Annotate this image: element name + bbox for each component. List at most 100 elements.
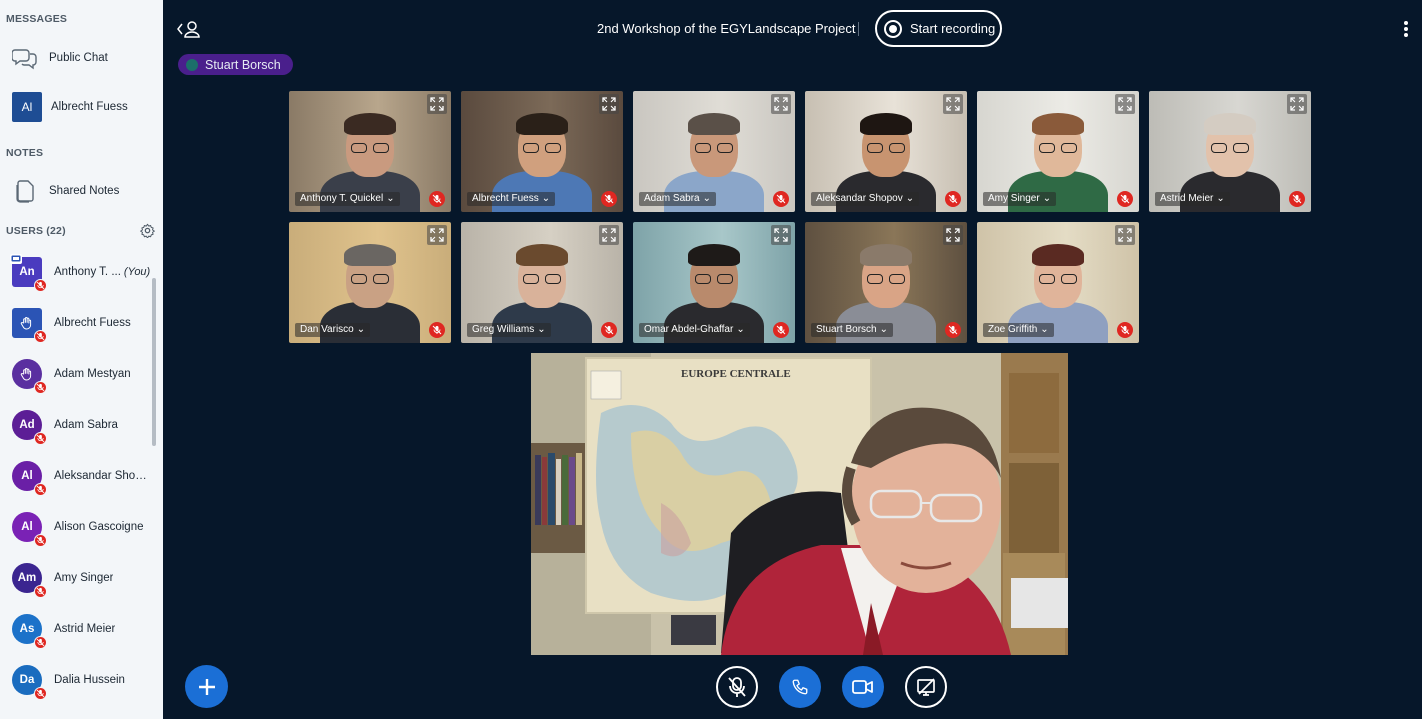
fullscreen-icon[interactable] — [771, 225, 791, 245]
public-chat-item[interactable]: Public Chat — [0, 38, 160, 78]
muted-microphone-icon — [1289, 191, 1305, 207]
user-list-item[interactable]: Da Dalia Hussein — [0, 657, 156, 703]
video-tile[interactable]: Amy Singer ⌄ — [977, 91, 1139, 212]
muted-microphone-icon — [773, 191, 789, 207]
video-tile[interactable]: Zoe Griffith ⌄ — [977, 222, 1139, 343]
user-name: Astrid Meier — [54, 623, 116, 635]
start-recording-button[interactable]: Start recording — [875, 10, 1002, 47]
talking-indicator[interactable]: Stuart Borsch — [178, 54, 293, 75]
share-camera-button[interactable] — [842, 666, 884, 708]
talking-user-name: Stuart Borsch — [205, 57, 281, 72]
fullscreen-icon[interactable] — [599, 94, 619, 114]
avatar: Ad — [12, 410, 47, 445]
chevron-down-icon: ⌄ — [541, 193, 551, 204]
phone-icon — [792, 679, 808, 695]
fullscreen-icon[interactable] — [771, 94, 791, 114]
video-user-name: Dan Varisco — [300, 324, 354, 335]
shared-notes-item[interactable]: Shared Notes — [0, 171, 160, 211]
avatar-initials: Da — [19, 674, 35, 686]
user-list-item[interactable]: Al Alison Gascoigne — [0, 504, 156, 550]
user-name: Dalia Hussein — [54, 674, 125, 686]
muted-microphone-icon — [34, 330, 47, 343]
video-user-name: Anthony T. Quickel — [300, 193, 384, 204]
leave-audio-button[interactable] — [779, 666, 821, 708]
chevron-down-icon: ⌄ — [1042, 193, 1052, 204]
avatar: Al — [12, 92, 42, 122]
muted-microphone-icon — [429, 322, 445, 338]
video-name-tag[interactable]: Greg Williams ⌄ — [467, 323, 551, 337]
fullscreen-icon[interactable] — [1115, 225, 1135, 245]
video-user-name: Omar Abdel-Ghaffar — [644, 324, 734, 335]
user-name: Anthony T. ... — [54, 266, 121, 278]
user-list-item[interactable]: Al Aleksandar Sho… — [0, 453, 156, 499]
video-name-tag[interactable]: Omar Abdel-Ghaffar ⌄ — [639, 323, 750, 337]
document-icon — [10, 176, 40, 206]
video-tile[interactable]: Aleksandar Shopov ⌄ — [805, 91, 967, 212]
actions-plus-button[interactable] — [185, 665, 228, 708]
user-list-item[interactable]: Ad Adam Sabra — [0, 402, 156, 448]
chevron-down-icon: ⌄ — [736, 324, 745, 335]
fullscreen-icon[interactable] — [1287, 94, 1307, 114]
chevron-down-icon: ⌄ — [1216, 193, 1225, 204]
video-user-name: Greg Williams — [472, 324, 535, 335]
muted-microphone-icon — [34, 381, 47, 394]
chevron-down-icon: ⌄ — [1040, 324, 1049, 335]
user-list-item[interactable]: Adam Mestyan — [0, 351, 156, 397]
video-name-tag[interactable]: Anthony T. Quickel ⌄ — [295, 192, 400, 206]
fullscreen-icon[interactable] — [599, 225, 619, 245]
avatar-initials: As — [19, 623, 35, 635]
video-name-tag[interactable]: Dan Varisco ⌄ — [295, 323, 371, 337]
video-tile[interactable]: Adam Sabra ⌄ — [633, 91, 795, 212]
muted-microphone-icon — [945, 322, 961, 338]
microphone-off-icon — [728, 677, 746, 697]
avatar-initials: Al — [21, 470, 33, 482]
public-chat-label: Public Chat — [49, 52, 108, 64]
private-chat-item[interactable]: Al Albrecht Fuess — [0, 87, 160, 127]
fullscreen-icon[interactable] — [427, 94, 447, 114]
toggle-userlist-button[interactable] — [176, 18, 202, 40]
avatar-initials: Ad — [19, 419, 35, 431]
video-tile[interactable]: Omar Abdel-Ghaffar ⌄ — [633, 222, 795, 343]
video-user-name: Stuart Borsch — [816, 324, 877, 335]
user-list-item[interactable]: As Astrid Meier — [0, 606, 156, 652]
video-tile[interactable]: Anthony T. Quickel ⌄ — [289, 91, 451, 212]
muted-microphone-icon — [34, 534, 47, 547]
sidebar-scrollbar[interactable] — [152, 278, 156, 446]
avatar: Am — [12, 563, 47, 598]
video-name-tag[interactable]: Zoe Griffith ⌄ — [983, 323, 1054, 337]
meeting-title: 2nd Workshop of the EGYLandscape Project — [597, 21, 856, 36]
you-label: (You) — [123, 266, 151, 278]
map-caption: EUROPE CENTRALE — [681, 368, 791, 380]
unmute-button[interactable] — [716, 666, 758, 708]
video-tile[interactable]: Stuart Borsch ⌄ — [805, 222, 967, 343]
video-tile[interactable]: Astrid Meier ⌄ — [1149, 91, 1311, 212]
video-name-tag[interactable]: Albrecht Fuess ⌄ — [467, 192, 556, 206]
gear-icon[interactable] — [140, 223, 155, 243]
muted-microphone-icon — [601, 191, 617, 207]
screen-share-off-icon — [917, 678, 935, 696]
fullscreen-icon[interactable] — [943, 94, 963, 114]
users-section-title: USERS (22) — [6, 225, 66, 237]
fullscreen-icon[interactable] — [427, 225, 447, 245]
video-name-tag[interactable]: Amy Singer ⌄ — [983, 192, 1057, 206]
video-user-name: Aleksandar Shopov — [816, 193, 903, 204]
presenter-icon — [10, 254, 22, 264]
video-name-tag[interactable]: Aleksandar Shopov ⌄ — [811, 192, 920, 206]
video-user-name: Adam Sabra — [644, 193, 700, 204]
user-list-item[interactable]: Am Amy Singer — [0, 555, 156, 601]
user-list-item[interactable]: An Anthony T. ... (You) — [0, 249, 156, 295]
fullscreen-icon[interactable] — [943, 225, 963, 245]
video-name-tag[interactable]: Adam Sabra ⌄ — [639, 192, 716, 206]
video-name-tag[interactable]: Stuart Borsch ⌄ — [811, 323, 893, 337]
video-tile[interactable]: Greg Williams ⌄ — [461, 222, 623, 343]
fullscreen-icon[interactable] — [1115, 94, 1135, 114]
options-menu-button[interactable] — [1400, 18, 1412, 40]
hand-icon — [19, 315, 35, 331]
user-list-item[interactable]: Albrecht Fuess — [0, 300, 156, 346]
presenter-video[interactable]: EUROPE CENTRALE — [531, 353, 1068, 655]
video-tile[interactable]: Dan Varisco ⌄ — [289, 222, 451, 343]
video-tile[interactable]: Albrecht Fuess ⌄ — [461, 91, 623, 212]
video-name-tag[interactable]: Astrid Meier ⌄ — [1155, 192, 1230, 206]
screen-share-button[interactable] — [905, 666, 947, 708]
muted-microphone-icon — [773, 322, 789, 338]
